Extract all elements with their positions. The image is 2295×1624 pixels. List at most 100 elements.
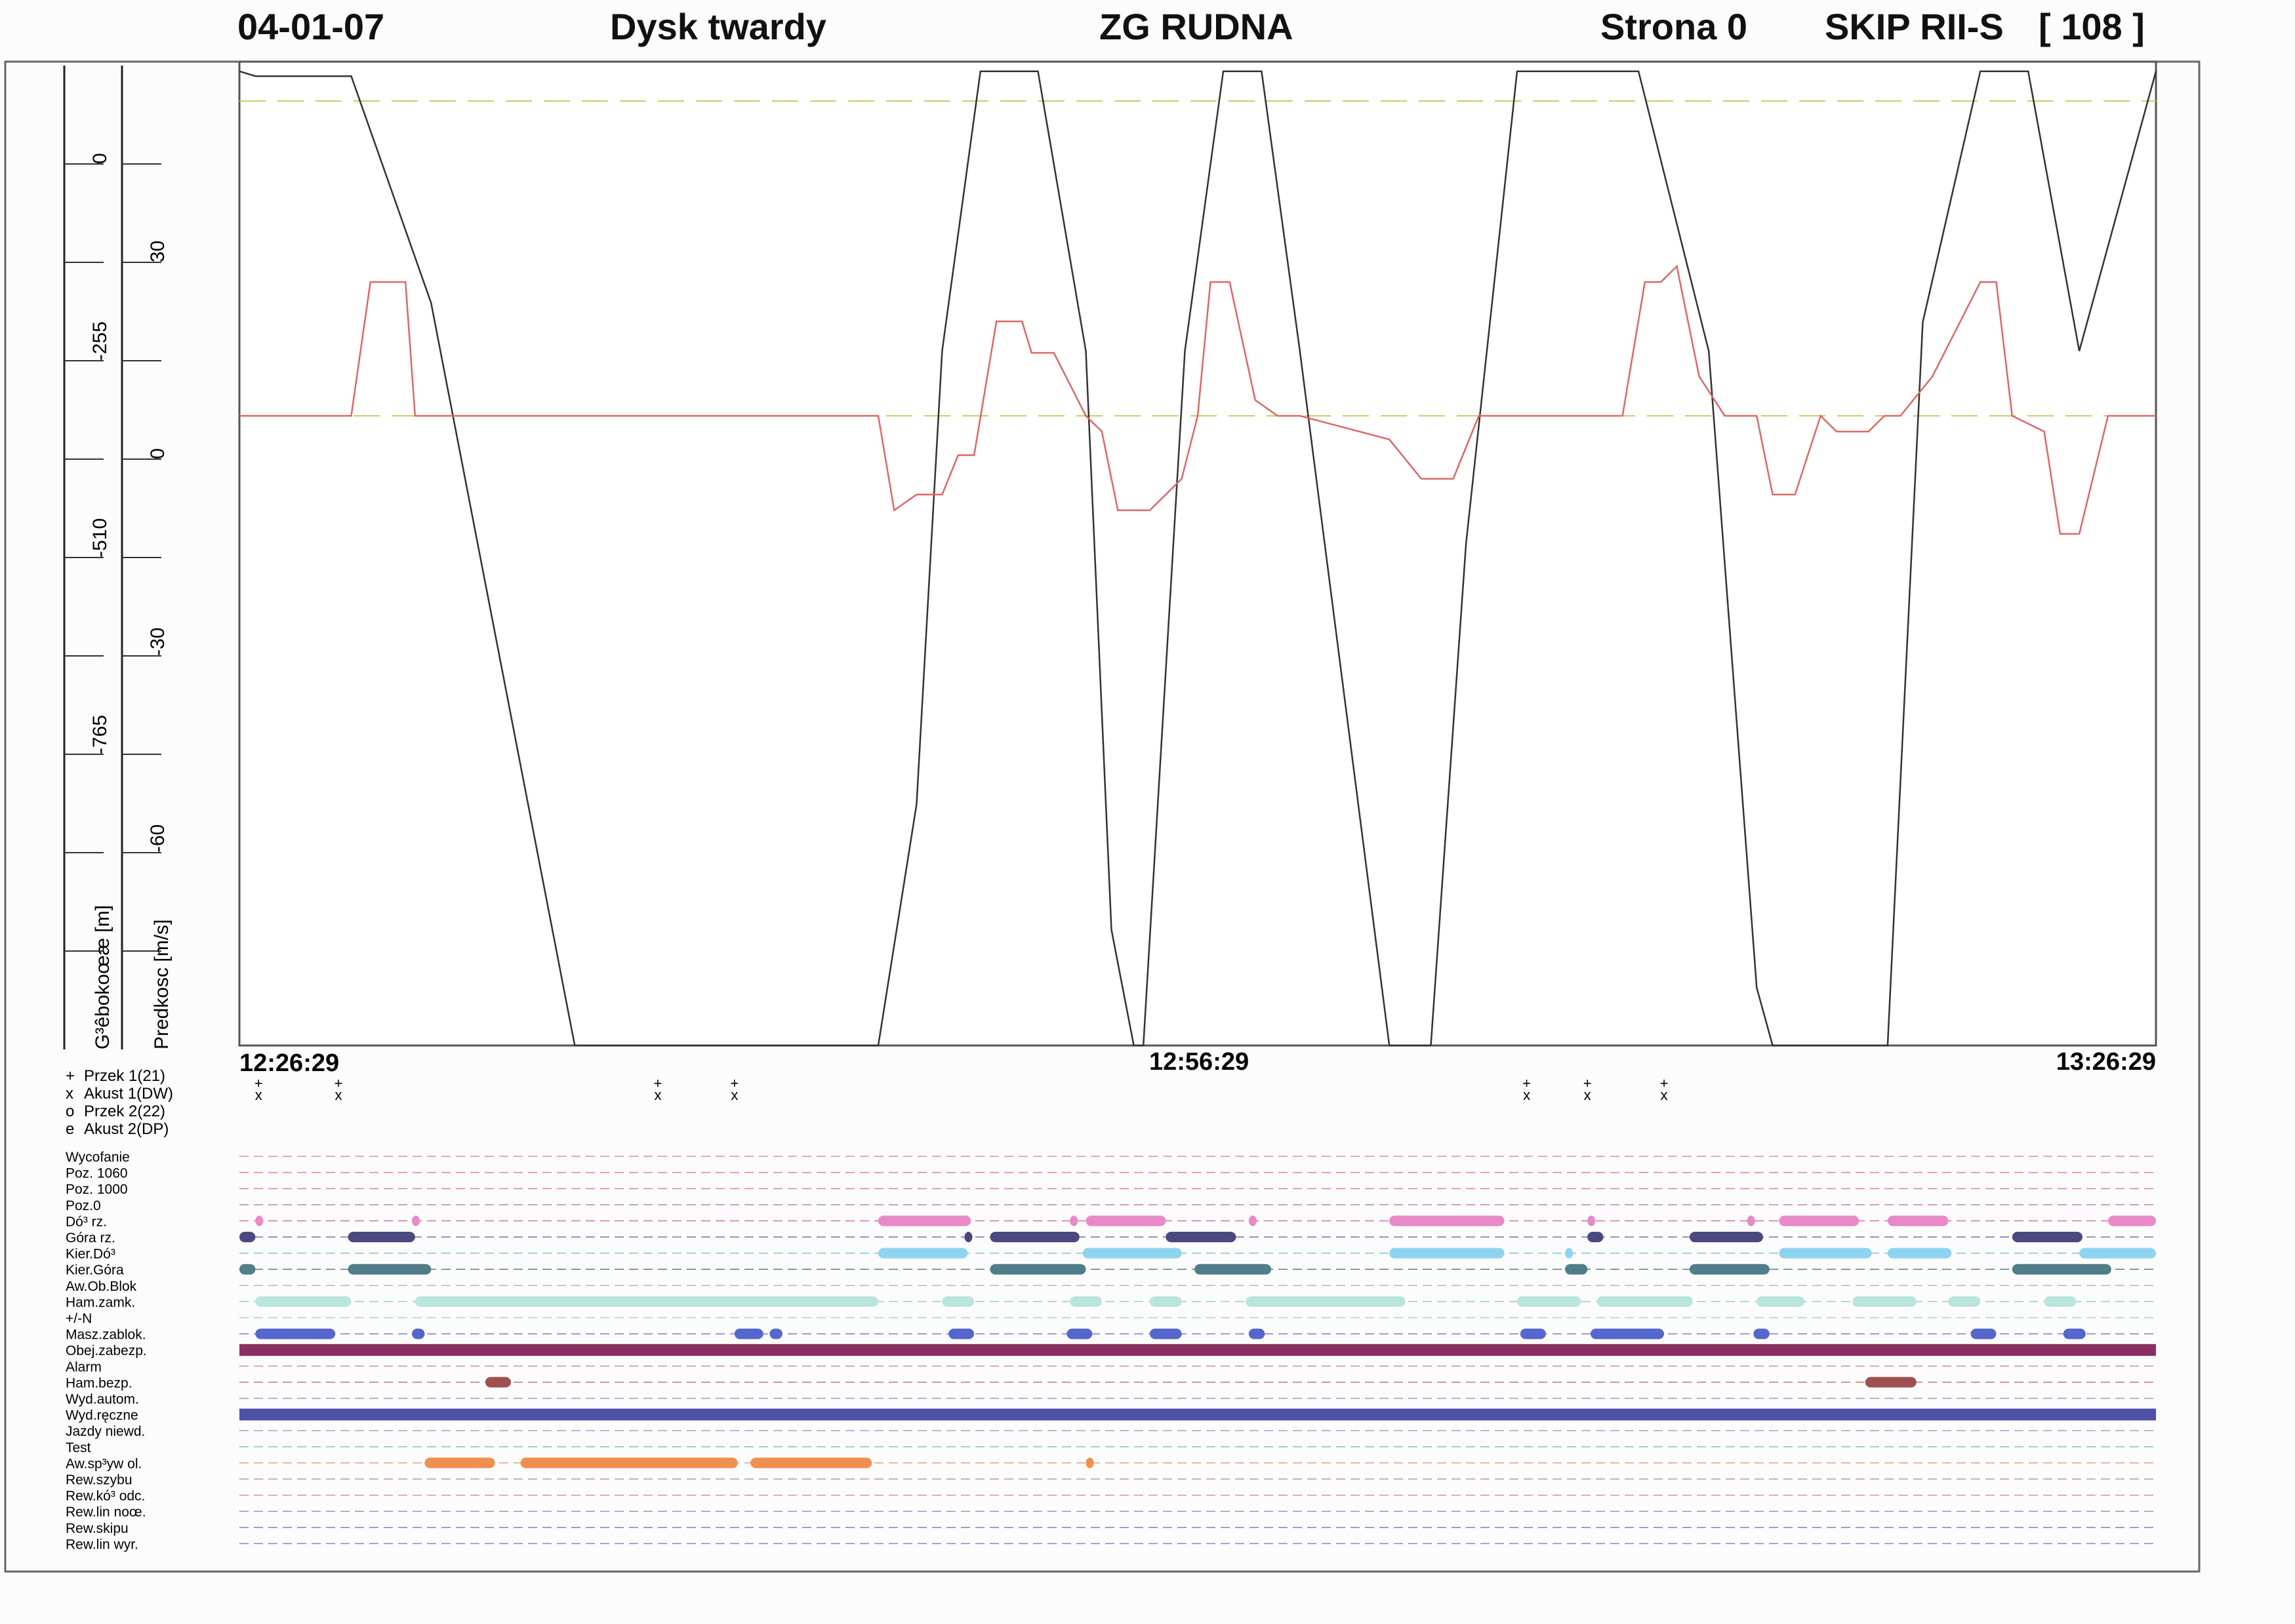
status-bar	[964, 1232, 973, 1242]
status-bar	[1149, 1296, 1182, 1307]
status-label: Kier.Dó³	[66, 1247, 115, 1262]
event-legend-label: Akust 2(DP)	[84, 1120, 169, 1138]
event-legend-symbol: o	[66, 1103, 74, 1120]
status-bar	[1248, 1215, 1257, 1227]
status-bar	[942, 1296, 975, 1307]
status-label: Aw.sp³yw ol.	[66, 1456, 142, 1471]
status-bar	[1587, 1215, 1596, 1227]
status-bar	[1070, 1215, 1078, 1227]
status-label: Ham.zamk.	[66, 1295, 135, 1310]
status-bar	[2079, 1248, 2156, 1259]
event-mark: x	[335, 1087, 342, 1103]
status-bar	[411, 1328, 425, 1339]
depth-axis-label: G³êbokoœæ [m]	[92, 905, 113, 1049]
status-bar	[415, 1296, 878, 1307]
status-bar	[2063, 1328, 2086, 1339]
status-bar	[239, 1344, 2156, 1356]
status-bar	[1887, 1248, 1952, 1259]
status-bar	[1149, 1328, 1182, 1339]
event-mark: x	[731, 1087, 738, 1103]
depth-tick-label: -510	[89, 518, 111, 558]
status-bar	[1517, 1296, 1581, 1307]
status-bar	[1587, 1232, 1604, 1242]
speed-tick-label: -60	[147, 824, 169, 853]
speed-tick-label: 0	[147, 448, 169, 459]
event-mark: x	[1584, 1087, 1591, 1103]
depth-tick-label: 0	[89, 153, 111, 164]
mine-hoist-chart: 0 -255 -510 -765 30 0 -30 -60 G³êbokoœæ [m] Pr…	[4, 60, 2201, 1573]
status-bar	[411, 1215, 420, 1227]
depth-tick-label: -255	[89, 321, 111, 361]
time-label-mid: 12:56:29	[1149, 1048, 1249, 1076]
status-bar	[878, 1248, 968, 1259]
status-label: Rew.skipu	[66, 1521, 129, 1536]
status-bar	[1248, 1328, 1265, 1339]
status-label: Test	[66, 1440, 91, 1455]
event-mark: x	[1523, 1087, 1530, 1103]
status-bar	[878, 1215, 971, 1227]
status-bar	[2012, 1264, 2111, 1275]
chart-page: 04-01-07 Dysk twardy ZG RUDNA Strona 0 S…	[0, 0, 2295, 1624]
event-legend-label: Akust 1(DW)	[84, 1085, 173, 1103]
status-bar	[2044, 1296, 2077, 1307]
status-bar	[255, 1296, 352, 1307]
event-mark: x	[1661, 1087, 1668, 1103]
status-bar	[1086, 1215, 1166, 1227]
event-legend-label: Przek 2(22)	[84, 1103, 165, 1120]
status-label: Wyd.ręczne	[66, 1408, 138, 1423]
status-label: Aw.Ob.Blok	[66, 1279, 137, 1294]
status-label: Obej.zabezp.	[66, 1343, 147, 1358]
status-bar	[1086, 1457, 1094, 1469]
status-bar	[1689, 1264, 1770, 1275]
time-label-start: 12:26:29	[239, 1049, 339, 1077]
status-bar	[750, 1457, 872, 1469]
time-label-end: 13:26:29	[2056, 1048, 2156, 1076]
status-bar	[1070, 1296, 1102, 1307]
status-bar	[1689, 1232, 1763, 1242]
status-label: Wyd.autom.	[66, 1392, 139, 1407]
status-label: Rew.lin wyr.	[66, 1537, 138, 1552]
status-bar	[348, 1232, 415, 1242]
status-bar	[1066, 1328, 1093, 1339]
depth-tick-label: -765	[89, 715, 111, 754]
status-bar	[424, 1457, 495, 1469]
status-label: Ham.bezp.	[66, 1375, 132, 1391]
status-label: Rew.lin noœ.	[66, 1505, 146, 1520]
status-bar	[239, 1232, 256, 1242]
status-label: +/-N	[66, 1311, 92, 1326]
status-label: Wycofanie	[66, 1150, 130, 1165]
status-bar	[769, 1328, 782, 1339]
status-label: Dó³ rz.	[66, 1214, 107, 1229]
status-bar	[1753, 1328, 1770, 1339]
status-bar	[1389, 1248, 1505, 1259]
status-bar	[990, 1232, 1080, 1242]
status-bar	[1757, 1296, 1805, 1307]
event-legend-symbol: +	[66, 1067, 75, 1085]
status-bar	[239, 1264, 256, 1275]
status-bar	[1852, 1296, 1917, 1307]
event-mark: x	[654, 1087, 661, 1103]
status-bar	[1082, 1248, 1182, 1259]
status-bar	[1591, 1328, 1665, 1339]
status-bar	[485, 1377, 511, 1388]
plot-frame	[238, 60, 2157, 1047]
status-bar	[1970, 1328, 1997, 1339]
status-bar	[990, 1264, 1086, 1275]
status-label: Rew.szybu	[66, 1472, 132, 1488]
status-bar	[348, 1264, 432, 1275]
status-label: Masz.zablok.	[66, 1328, 146, 1343]
status-bar	[1948, 1296, 1981, 1307]
speed-axis-label: Predkosc [m/s]	[151, 920, 173, 1049]
status-bar	[255, 1215, 264, 1227]
status-bar	[1565, 1248, 1574, 1259]
status-bar	[1779, 1215, 1859, 1227]
status-bar	[1865, 1377, 1917, 1388]
event-legend-symbol: x	[66, 1085, 73, 1103]
status-label: Rew.kó³ odc.	[66, 1489, 145, 1504]
status-bar	[1246, 1296, 1406, 1307]
status-bar	[239, 1408, 2156, 1421]
speed-tick-label: 30	[147, 241, 169, 262]
status-bar	[255, 1328, 336, 1339]
event-legend-label: Przek 1(21)	[84, 1067, 165, 1085]
status-bar	[1565, 1264, 1588, 1275]
